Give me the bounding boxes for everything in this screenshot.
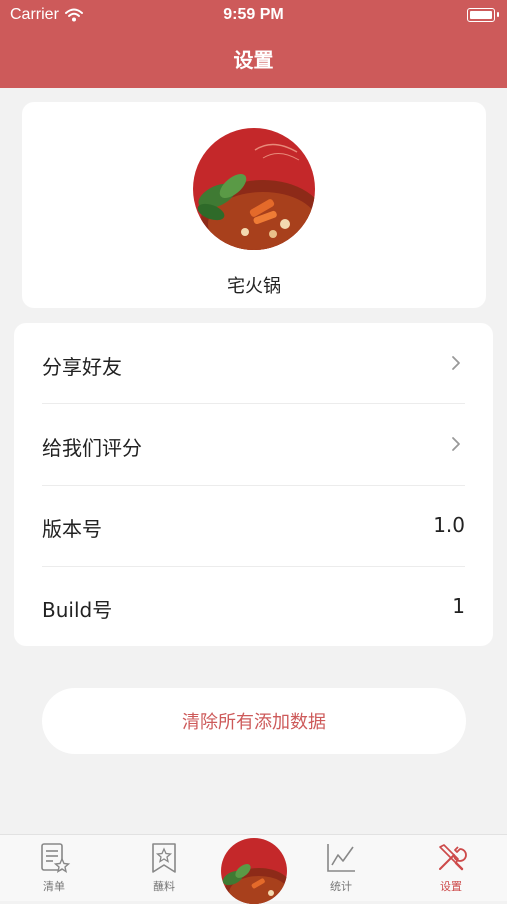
build-row: Build号 1 (14, 566, 493, 646)
tab-home-hotpot[interactable] (221, 838, 287, 904)
app-name: 宅火锅 (227, 276, 281, 297)
header: Carrier 9:59 PM 设置 (0, 0, 507, 88)
build-value: 1 (452, 594, 465, 618)
profile-card: 宅火锅 (22, 102, 486, 308)
version-label: 版本号 (42, 517, 102, 541)
version-row: 版本号 1.0 (14, 485, 493, 565)
page-title: 设置 (233, 48, 274, 72)
tab-label: 统计 (330, 880, 352, 893)
chart-icon (327, 844, 355, 872)
tab-label: 设置 (440, 880, 462, 893)
chevron-right-icon (452, 437, 460, 451)
version-value: 1.0 (433, 513, 465, 537)
rate-label: 给我们评分 (42, 436, 142, 460)
settings-menu: 分享好友 给我们评分 版本号 1.0 Build号 1 (14, 323, 493, 646)
tab-stats[interactable]: 统计 (301, 841, 381, 899)
bookmark-star-icon (152, 843, 176, 873)
clock: 9:59 PM (223, 6, 284, 23)
share-row[interactable]: 分享好友 (14, 323, 493, 403)
tab-label: 蘸料 (153, 880, 175, 893)
hotpot-center-icon (221, 838, 287, 904)
clear-all-data-button[interactable]: 清除所有添加数据 (42, 688, 466, 754)
share-label: 分享好友 (42, 355, 122, 379)
app-logo (193, 128, 315, 250)
build-label: Build号 (42, 598, 113, 622)
tab-list[interactable]: 清单 (14, 841, 94, 899)
tab-sauce[interactable]: 蘸料 (124, 841, 204, 899)
battery-icon (467, 8, 499, 22)
list-icon (41, 843, 71, 873)
rate-row[interactable]: 给我们评分 (14, 404, 493, 484)
tab-label: 清单 (43, 880, 65, 893)
tools-icon (439, 844, 467, 871)
chevron-right-icon (452, 356, 460, 370)
status-bar: Carrier 9:59 PM (0, 0, 507, 30)
tab-settings[interactable]: 设置 (411, 841, 491, 899)
